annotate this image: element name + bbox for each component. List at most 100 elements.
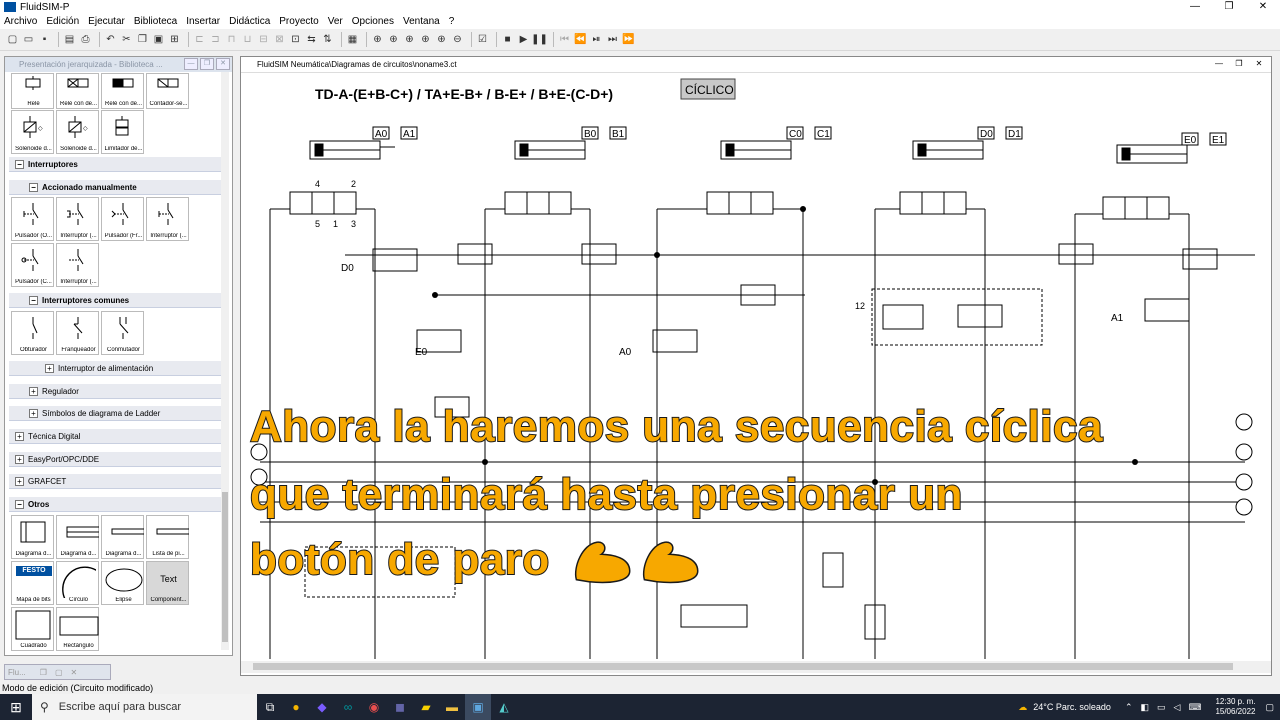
minimize-button[interactable]: — xyxy=(1178,0,1212,14)
clock[interactable]: 12:30 p. m. 15/06/2022 xyxy=(1215,697,1255,717)
collapse-icon[interactable]: − xyxy=(15,159,24,169)
group-interruptores[interactable]: − Interruptores xyxy=(9,157,225,172)
save-icon[interactable]: ▪ xyxy=(38,33,51,46)
library-tile-circulo[interactable]: Círculo xyxy=(56,561,99,605)
library-tile-interruptor-2[interactable]: Interruptor (... xyxy=(146,197,189,241)
scrollbar-thumb[interactable] xyxy=(222,492,228,642)
check-icon[interactable]: ☑ xyxy=(476,33,489,46)
library-tile-diagrama-1[interactable]: Diagrama d... xyxy=(11,515,54,559)
group-tecnica-digital[interactable]: + Técnica Digital xyxy=(9,429,225,444)
windows-start-icon[interactable]: ⊞ xyxy=(0,694,32,720)
sticky-notes-icon[interactable]: ▰ xyxy=(413,694,439,720)
taskbar-search[interactable]: ⚲ Escribe aquí para buscar xyxy=(32,694,257,720)
play-icon[interactable]: ▶ xyxy=(517,33,530,46)
expand-icon[interactable]: + xyxy=(15,454,24,464)
stop-icon[interactable]: ■ xyxy=(501,33,514,46)
notifications-icon[interactable]: ▢ xyxy=(1265,702,1274,713)
group-interruptor-alimentacion[interactable]: + Interruptor de alimentación xyxy=(9,361,225,376)
library-tile-solenoide-1[interactable]: ◇ Solenoide d... xyxy=(11,110,54,154)
menu-ejecutar[interactable]: Ejecutar xyxy=(88,16,125,27)
menu-biblioteca[interactable]: Biblioteca xyxy=(134,16,177,27)
library-tile-rele[interactable]: Relé xyxy=(11,73,54,109)
library-tile-rele-retardo[interactable]: Relé con de... xyxy=(56,73,99,109)
menu-opciones[interactable]: Opciones xyxy=(352,16,394,27)
align-left-icon[interactable]: ⊏ xyxy=(193,33,206,46)
weather-text[interactable]: 24°C Parc. soleado xyxy=(1033,702,1111,712)
file-explorer-icon[interactable]: ▬ xyxy=(439,694,465,720)
reset-icon[interactable]: ⏮ xyxy=(558,33,571,46)
step-icon[interactable]: ⏯ xyxy=(590,33,603,46)
zoom-fit-icon[interactable]: ⊕ xyxy=(403,33,416,46)
menu-edicion[interactable]: Edición xyxy=(46,16,79,27)
group-accionado-manualmente[interactable]: − Accionado manualmente xyxy=(9,180,225,195)
copy-icon[interactable]: ❐ xyxy=(136,33,149,46)
collapse-icon[interactable]: − xyxy=(29,182,38,192)
close-button[interactable]: ✕ xyxy=(1246,0,1280,14)
library-tile-rele-retardo-2[interactable]: Relé con de... xyxy=(101,73,144,109)
library-close-button[interactable]: ✕ xyxy=(216,58,230,70)
expand-icon[interactable]: + xyxy=(29,408,38,418)
align-bottom-icon[interactable]: ⊠ xyxy=(273,33,286,46)
library-tile-diagrama-3[interactable]: Diagrama d... xyxy=(101,515,144,559)
align-top-icon[interactable]: ⊔ xyxy=(241,33,254,46)
library-tile-rectangulo[interactable]: Rectángulo xyxy=(56,607,99,651)
library-tile-lista-piezas[interactable]: Lista de pi... xyxy=(146,515,189,559)
group-ladder[interactable]: + Símbolos de diagrama de Ladder xyxy=(9,406,225,421)
library-minimize-button[interactable]: — xyxy=(184,58,198,70)
zoom-previous-icon[interactable]: ⊕ xyxy=(419,33,432,46)
close-icon[interactable]: ✕ xyxy=(71,668,78,677)
fluidsim-taskbar-icon[interactable]: ▣ xyxy=(465,694,491,720)
zoom-in-icon[interactable]: ⊕ xyxy=(435,33,448,46)
cut-icon[interactable]: ✂ xyxy=(120,33,133,46)
restore-button[interactable]: ❐ xyxy=(1212,0,1246,14)
menu-help[interactable]: ? xyxy=(449,16,455,27)
pause-icon[interactable]: ❚❚ xyxy=(531,33,548,46)
print-icon[interactable]: ⎙ xyxy=(79,33,92,46)
rotate-icon[interactable]: ⊡ xyxy=(289,33,302,46)
circuit-close-button[interactable]: ✕ xyxy=(1249,59,1269,68)
app-icon[interactable]: ◉ xyxy=(361,694,387,720)
menu-didactica[interactable]: Didáctica xyxy=(229,16,270,27)
library-tile-elipse[interactable]: Elipse xyxy=(101,561,144,605)
group-regulador[interactable]: + Regulador xyxy=(9,384,225,399)
restore-icon[interactable]: ❐ xyxy=(40,668,47,677)
library-tile-conmutador[interactable]: Conmutador xyxy=(101,311,144,355)
library-tile-pulsador-o[interactable]: Pulsador (O... xyxy=(11,197,54,241)
volume-icon[interactable]: ◁ xyxy=(1174,702,1181,713)
mirror-icon[interactable]: ⇆ xyxy=(305,33,318,46)
collapse-icon[interactable]: − xyxy=(15,499,24,509)
library-tile-contador[interactable]: Contador-se... xyxy=(146,73,189,109)
expand-icon[interactable]: + xyxy=(15,476,24,486)
library-tile-solenoide-2[interactable]: ◇ Solenoide d... xyxy=(56,110,99,154)
collapse-icon[interactable]: − xyxy=(29,295,38,305)
library-tile-limitador[interactable]: Limitador de... xyxy=(101,110,144,154)
zoom-out-icon[interactable]: ⊖ xyxy=(451,33,464,46)
align-center-icon[interactable]: ⊐ xyxy=(209,33,222,46)
library-tile-componente-texto[interactable]: Text Component... xyxy=(146,561,189,605)
menu-ventana[interactable]: Ventana xyxy=(403,16,440,27)
expand-icon[interactable]: + xyxy=(29,386,38,396)
group-otros[interactable]: − Otros xyxy=(9,497,225,512)
group-easyport[interactable]: + EasyPort/OPC/DDE xyxy=(9,452,225,467)
menu-insertar[interactable]: Insertar xyxy=(186,16,220,27)
vscode-icon[interactable]: ◆ xyxy=(309,694,335,720)
library-scrollbar[interactable] xyxy=(221,72,229,650)
library-tile-interruptor-3[interactable]: Interruptor (... xyxy=(56,243,99,287)
network-icon[interactable]: ◧ xyxy=(1140,702,1149,713)
step-forward-icon[interactable]: ⏭ xyxy=(606,33,619,46)
arduino-icon[interactable]: ∞ xyxy=(335,694,361,720)
minimized-window[interactable]: FluidSIM-P Flu... ❐ ▢ ✕ xyxy=(4,664,111,680)
library-tile-mapa-bits[interactable]: FESTO Mapa de bits xyxy=(11,561,54,605)
step-back-icon[interactable]: ⏪ xyxy=(574,33,587,46)
expand-icon[interactable]: + xyxy=(15,431,24,441)
undo-icon[interactable]: ↶ xyxy=(104,33,117,46)
chrome-icon[interactable]: ● xyxy=(283,694,309,720)
menu-ver[interactable]: Ver xyxy=(328,16,343,27)
new-file-icon[interactable]: ▢ xyxy=(6,33,19,46)
battery-icon[interactable]: ▭ xyxy=(1157,702,1166,713)
expand-icon[interactable]: + xyxy=(45,363,54,373)
end-icon[interactable]: ⏩ xyxy=(622,33,635,46)
maximize-icon[interactable]: ▢ xyxy=(55,668,63,677)
library-tile-cuadrado[interactable]: Cuadrado xyxy=(11,607,54,651)
print-preview-icon[interactable]: ▤ xyxy=(63,33,76,46)
